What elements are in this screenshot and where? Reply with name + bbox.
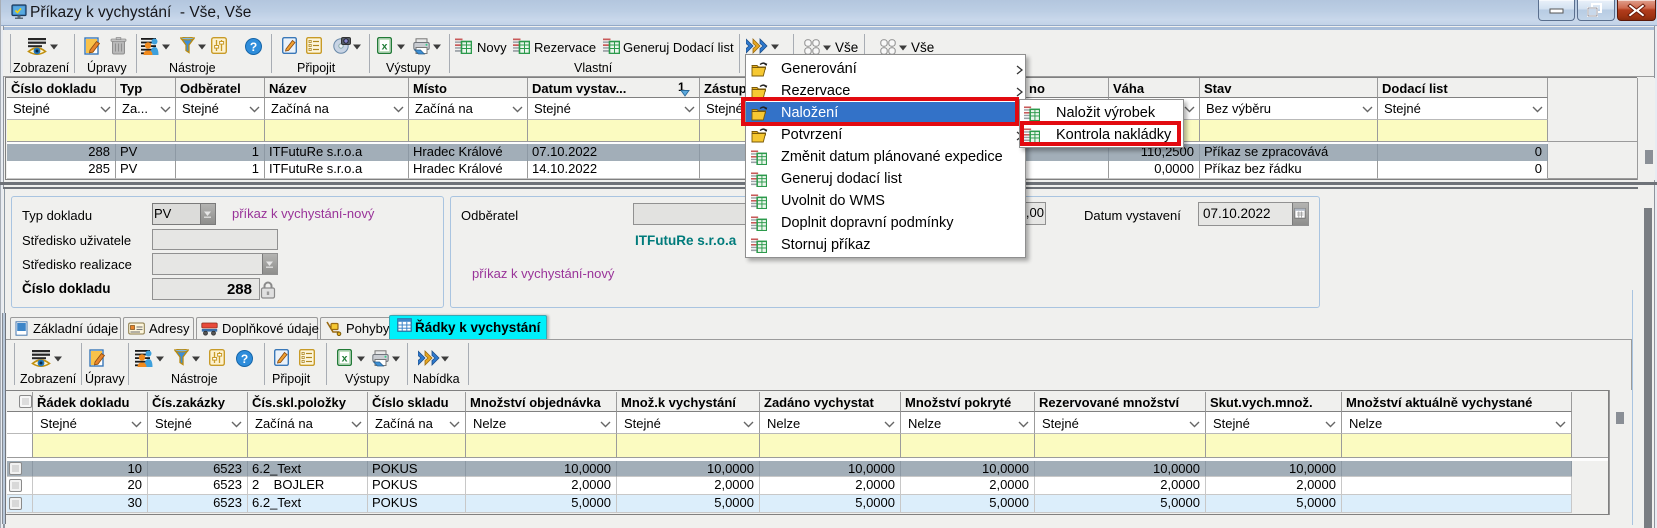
svg-text:?: ?: [250, 40, 257, 54]
svg-text:x: x: [382, 41, 388, 53]
svg-text:?: ?: [241, 352, 248, 366]
svg-text:x: x: [342, 353, 348, 365]
